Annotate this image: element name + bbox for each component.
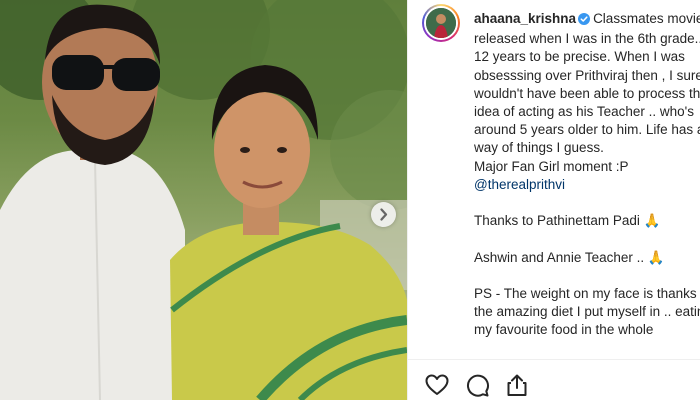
next-image-button[interactable] xyxy=(371,202,396,227)
caption-text: ahaana_krishna Classmates movie released … xyxy=(474,10,700,340)
caption-line-5: PS - The weight on my face is thanks to … xyxy=(474,286,700,338)
caption-line-2: Major Fan Girl moment :P xyxy=(474,158,629,174)
verified-badge-icon xyxy=(578,12,591,30)
avatar-picture xyxy=(426,8,456,38)
chevron-right-icon xyxy=(380,208,388,221)
action-bar xyxy=(408,359,700,401)
avatar[interactable] xyxy=(422,4,460,42)
username-link[interactable]: ahaana_krishna xyxy=(474,11,576,26)
mention-link[interactable]: @therealprithvi xyxy=(474,177,565,192)
photo-illustration xyxy=(0,0,407,400)
avatar-image xyxy=(424,6,458,40)
share-icon[interactable] xyxy=(504,372,530,398)
caption-line-3: Thanks to Pathinettam Padi 🙏 xyxy=(474,213,661,229)
caption-area: ahaana_krishna Classmates movie released … xyxy=(408,0,700,359)
comment-icon[interactable] xyxy=(464,372,490,398)
post-side-panel: ahaana_krishna Classmates movie released … xyxy=(407,0,700,400)
caption-line-4: Ashwin and Annie Teacher .. 🙏 xyxy=(474,249,665,265)
heart-icon[interactable] xyxy=(424,372,450,398)
post-photo[interactable] xyxy=(0,0,407,400)
caption-line-1: Classmates movie released when I was in … xyxy=(474,11,700,156)
